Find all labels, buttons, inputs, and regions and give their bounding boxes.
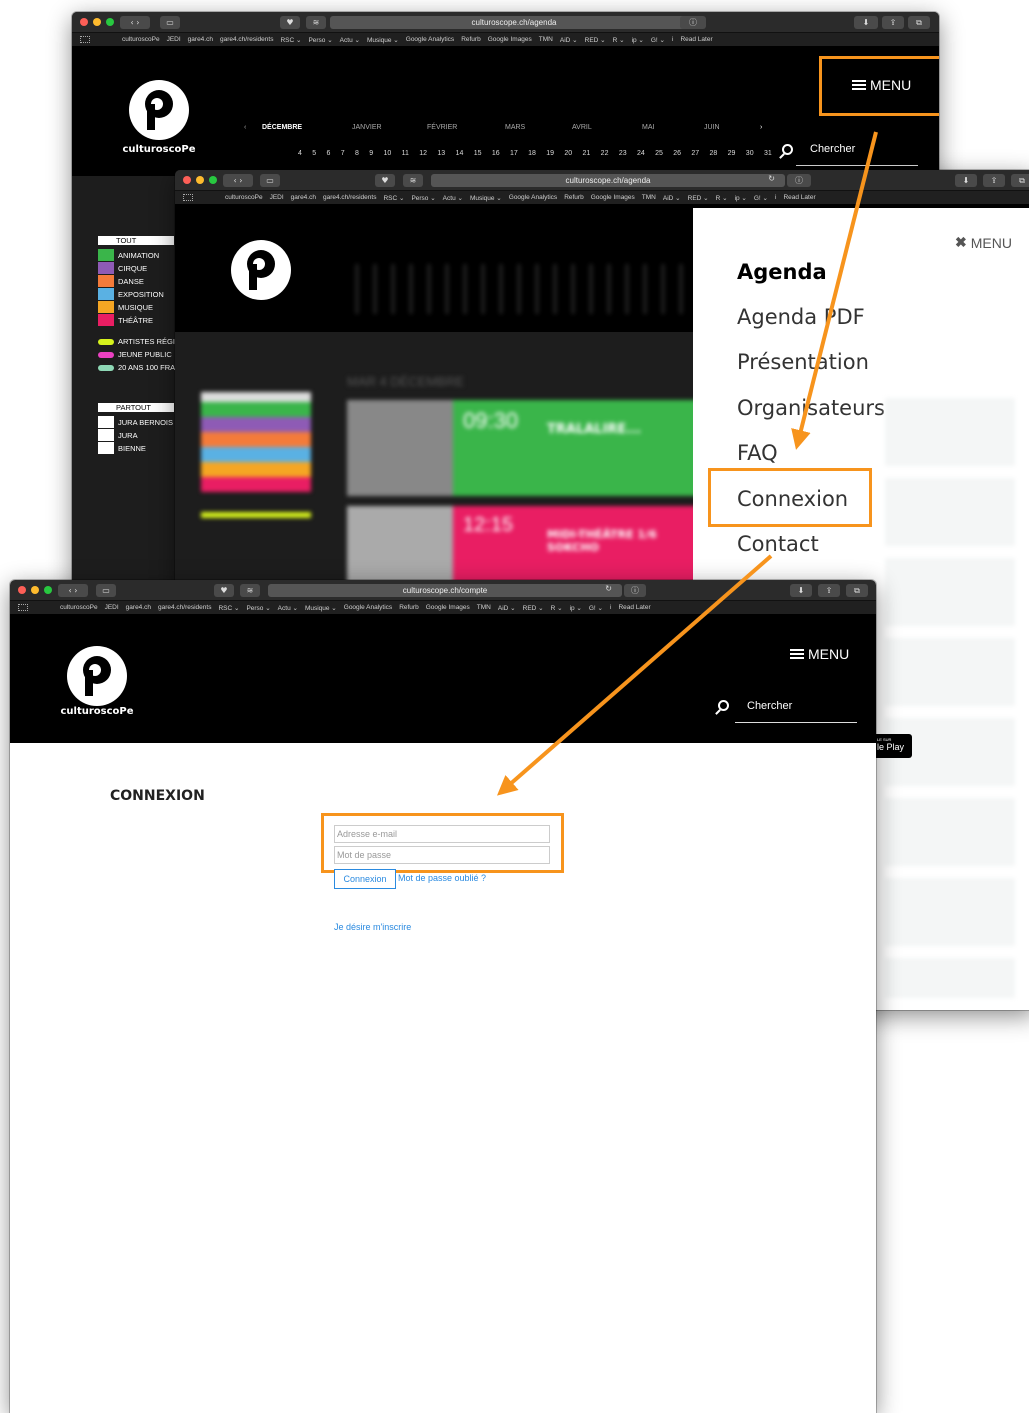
arrow-menu-to-connexion bbox=[791, 131, 878, 450]
annotation-arrows bbox=[496, 131, 878, 796]
arrow-connexion-to-form bbox=[496, 554, 773, 796]
annotated-screenshot-composite: ‹ › ▭ ♥ ≋ culturoscope.ch/agenda ↻ ⓘ ⬇ ⇪… bbox=[0, 0, 1029, 1413]
